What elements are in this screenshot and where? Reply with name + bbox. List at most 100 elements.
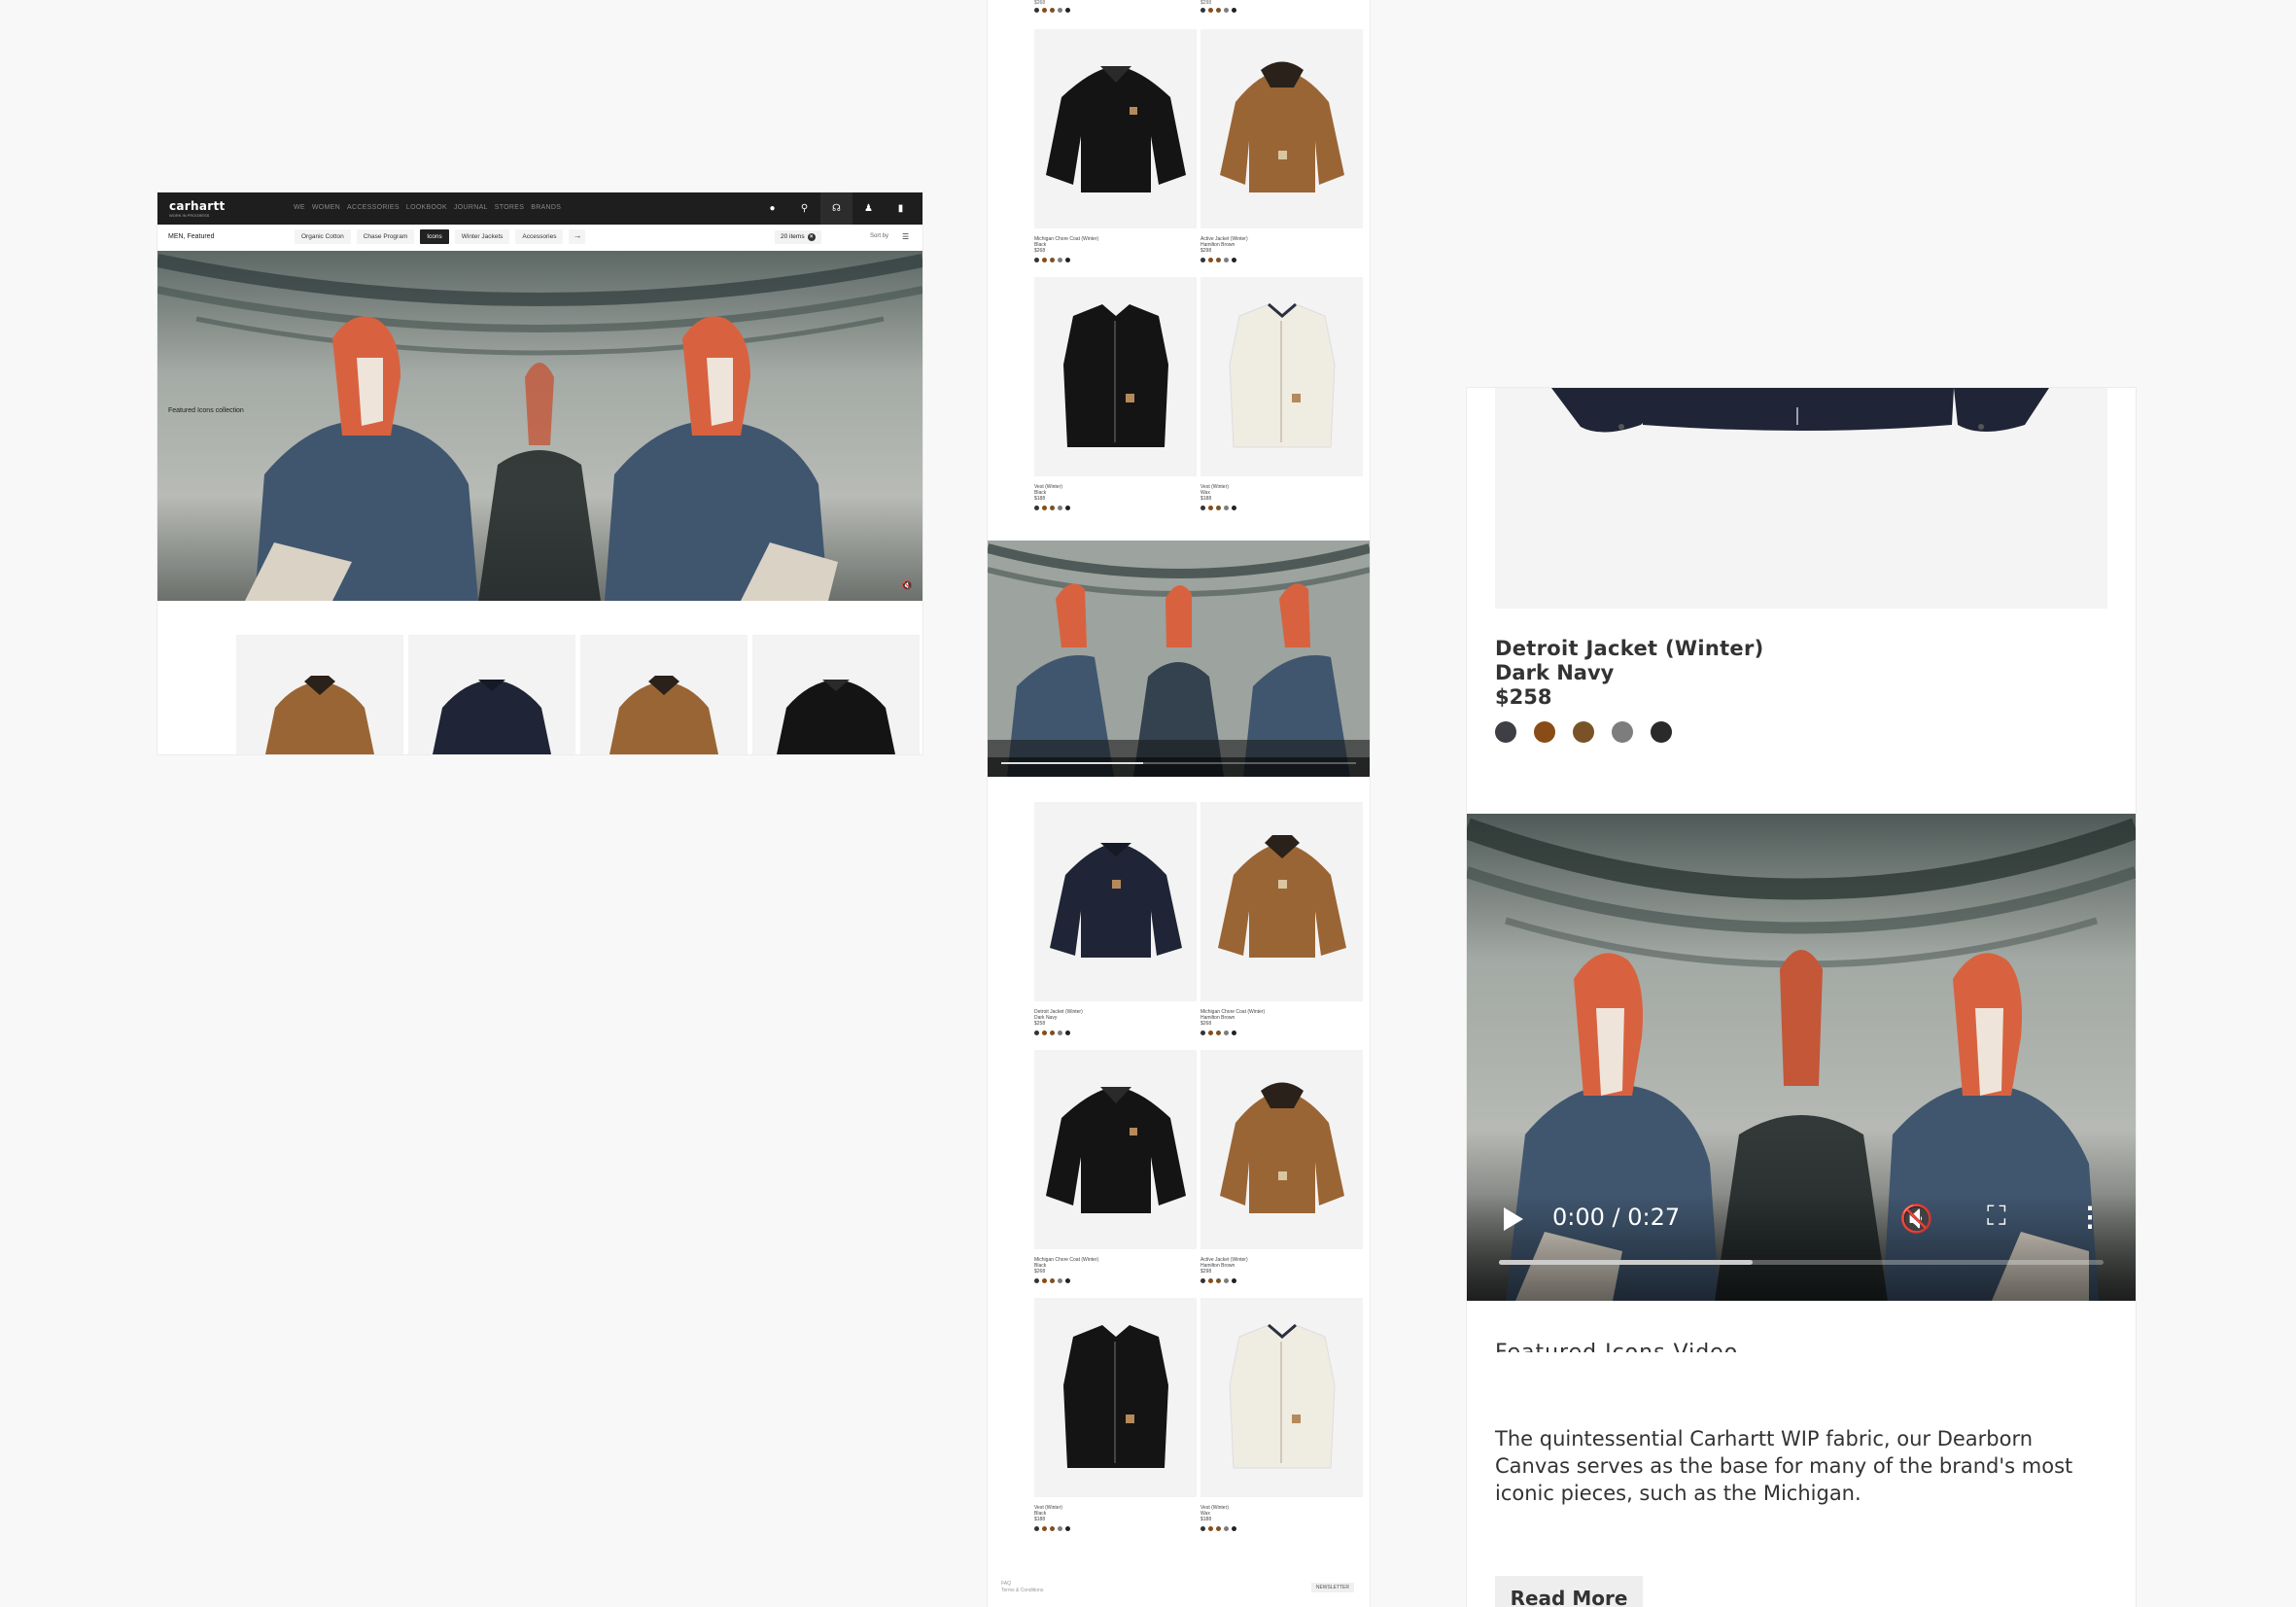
product-meta: Michigan Chore Coat (Winter) Black $268 — [1034, 1257, 1098, 1275]
product-image — [1200, 277, 1363, 476]
product-image — [1200, 1050, 1363, 1249]
bag-icon[interactable]: ▮ — [885, 192, 917, 225]
jacket-brown-image — [265, 676, 374, 754]
nav-item[interactable]: JOURNAL — [454, 204, 488, 211]
product-price-partial: $298 — [1200, 0, 1212, 6]
color-swatches — [1200, 258, 1236, 262]
video-progress-bar[interactable] — [1001, 762, 1356, 764]
product-meta: Vest (Winter) Black $188 — [1034, 484, 1062, 502]
desktop-screen: carhartt WORK IN PROGRESS WE WOMEN ACCES… — [157, 192, 922, 754]
chip-organic-cotton[interactable]: Organic Cotton — [295, 229, 351, 244]
nav-item[interactable]: WOMEN — [312, 204, 340, 211]
product-card[interactable] — [752, 635, 920, 754]
product-card[interactable]: Vest (Winter) Wax $188 — [1200, 277, 1363, 525]
filter-icon[interactable]: ☰ — [902, 232, 909, 241]
carhartt-logo[interactable]: carhartt — [169, 199, 226, 213]
video-time: 0:00 / 0:27 — [1552, 1204, 1681, 1231]
product-card[interactable]: Active Jacket (Winter) Hamilton Brown $298 — [1200, 1050, 1363, 1298]
swatch-dark-navy[interactable] — [1495, 721, 1516, 743]
product-card[interactable]: Michigan Chore Coat (Winter) Hamilton Bro… — [1200, 802, 1363, 1050]
breadcrumb[interactable]: MEN, Featured — [168, 233, 214, 240]
play-icon[interactable] — [1504, 1207, 1523, 1231]
chip-winter-jackets[interactable]: Winter Jackets — [454, 229, 510, 244]
nav-item[interactable]: WE — [294, 204, 305, 211]
product-card[interactable]: Michigan Chore Coat (Winter) Black $268 — [1034, 1050, 1197, 1298]
product-price: $268 — [1200, 1021, 1212, 1027]
video-progress-bar[interactable] — [1499, 1260, 2104, 1265]
product-meta: Vest (Winter) Black $188 — [1034, 1505, 1062, 1522]
account-icon[interactable]: ♟ — [852, 192, 885, 225]
color-swatches — [1034, 1031, 1070, 1035]
more-options-icon[interactable]: ⋮ — [2076, 1201, 2104, 1233]
newsletter-button[interactable]: NEWSLETTER — [1310, 1583, 1354, 1592]
chip-accessories[interactable]: Accessories — [515, 229, 564, 244]
nav-item[interactable]: BRANDS — [531, 204, 561, 211]
nav-item[interactable]: LOOKBOOK — [406, 204, 447, 211]
product-card[interactable]: Michigan Chore Coat (Winter) Black $268 — [1034, 29, 1197, 277]
sort-control[interactable]: Sort by — [870, 233, 888, 239]
swatch-brown[interactable] — [1573, 721, 1594, 743]
video-controls: 0:00 / 0:27 🔇 ⛶ ⋮ — [1467, 1194, 2136, 1301]
color-swatches — [1200, 8, 1236, 13]
video-progress-fill — [1499, 1260, 1754, 1265]
inline-video[interactable] — [988, 541, 1370, 777]
close-icon[interactable]: × — [807, 233, 816, 241]
featured-video[interactable]: 0:00 / 0:27 🔇 ⛶ ⋮ — [1467, 814, 2136, 1301]
scroll-page: $268 $298 Michigan Chore Coat (Winter) Bl… — [988, 0, 1370, 1607]
product-meta: Detroit Jacket (Winter) Dark Navy $258 — [1034, 1009, 1083, 1027]
product-price: $268 — [1034, 248, 1046, 254]
items-count-label: 20 items — [781, 233, 805, 240]
product-card[interactable] — [580, 635, 748, 754]
product-meta: Michigan Chore Coat (Winter) Black $268 — [1034, 236, 1098, 254]
mute-icon[interactable]: 🔇 — [902, 580, 913, 591]
search-icon[interactable]: ⚲ — [788, 192, 820, 225]
product-image — [1200, 802, 1363, 1001]
chip-chase-program[interactable]: Chase Program — [356, 229, 415, 244]
product-grid: Detroit Jacket (Winter) Dark Navy $258 Mic… — [1034, 802, 1365, 1546]
swatch-hamilton-brown[interactable] — [1534, 721, 1555, 743]
product-price: $298 — [1200, 1269, 1212, 1275]
swatch-black[interactable] — [1651, 721, 1672, 743]
nav-item[interactable]: ACCESSORIES — [347, 204, 400, 211]
swatch-grey[interactable] — [1612, 721, 1633, 743]
product-image — [1034, 1298, 1197, 1497]
chip-icons[interactable]: Icons — [420, 229, 449, 244]
product-card[interactable] — [236, 635, 403, 754]
product-card[interactable]: Vest (Winter) Wax $188 — [1200, 1298, 1363, 1546]
mute-icon[interactable]: 🔇 — [1899, 1203, 1933, 1235]
product-price: $268 — [1034, 1269, 1046, 1275]
color-swatches — [1034, 8, 1070, 13]
product-meta: Active Jacket (Winter) Hamilton Brown $298 — [1200, 1257, 1248, 1275]
color-swatches — [1495, 721, 1672, 743]
product-meta: Vest (Winter) Wax $188 — [1200, 484, 1229, 502]
product-image — [1200, 1298, 1363, 1497]
product-card[interactable]: Active Jacket (Winter) Hamilton Brown $298 — [1200, 29, 1363, 277]
arrow-right-icon[interactable]: → — [569, 229, 586, 244]
product-card[interactable]: Detroit Jacket (Winter) Dark Navy $258 — [1034, 802, 1197, 1050]
product-card[interactable] — [408, 635, 575, 754]
mobile-screen: Detroit Jacket (Winter) Dark Navy $258 0… — [1467, 388, 2136, 1607]
product-price: $298 — [1200, 248, 1212, 254]
color-swatches — [1034, 1526, 1070, 1531]
footer-links: FAQ Terms & Conditions — [1001, 1581, 1043, 1594]
nav-item[interactable]: STORES — [495, 204, 524, 211]
product-meta: Michigan Chore Coat (Winter) Hamilton Bro… — [1200, 1009, 1265, 1027]
header-icons: ● ⚲ ☊ ♟ ▮ — [756, 192, 917, 225]
product-meta: Active Jacket (Winter) Hamilton Brown $298 — [1200, 236, 1248, 254]
product-card[interactable]: Vest (Winter) Black $188 — [1034, 1298, 1197, 1546]
region-icon[interactable]: ● — [756, 192, 788, 225]
product-row — [236, 635, 920, 754]
hero-video[interactable]: Featured Icons collection 🔇 — [157, 251, 922, 601]
product-card[interactable]: Vest (Winter) Black $188 — [1034, 277, 1197, 525]
product-grid: Michigan Chore Coat (Winter) Black $268 Ac… — [1034, 29, 1365, 525]
product-name[interactable]: Detroit Jacket (Winter) — [1495, 637, 1764, 661]
fullscreen-icon[interactable]: ⛶ — [1987, 1201, 2006, 1233]
items-count[interactable]: 20 items × — [775, 230, 821, 244]
footer-link-faq[interactable]: FAQ — [1001, 1581, 1043, 1588]
product-image — [1034, 277, 1197, 476]
footer-link-terms[interactable]: Terms & Conditions — [1001, 1588, 1043, 1594]
headphones-icon[interactable]: ☊ — [820, 192, 852, 225]
read-more-button[interactable]: Read More — [1495, 1576, 1643, 1607]
product-image[interactable] — [1495, 388, 2107, 609]
color-swatches — [1034, 258, 1070, 262]
